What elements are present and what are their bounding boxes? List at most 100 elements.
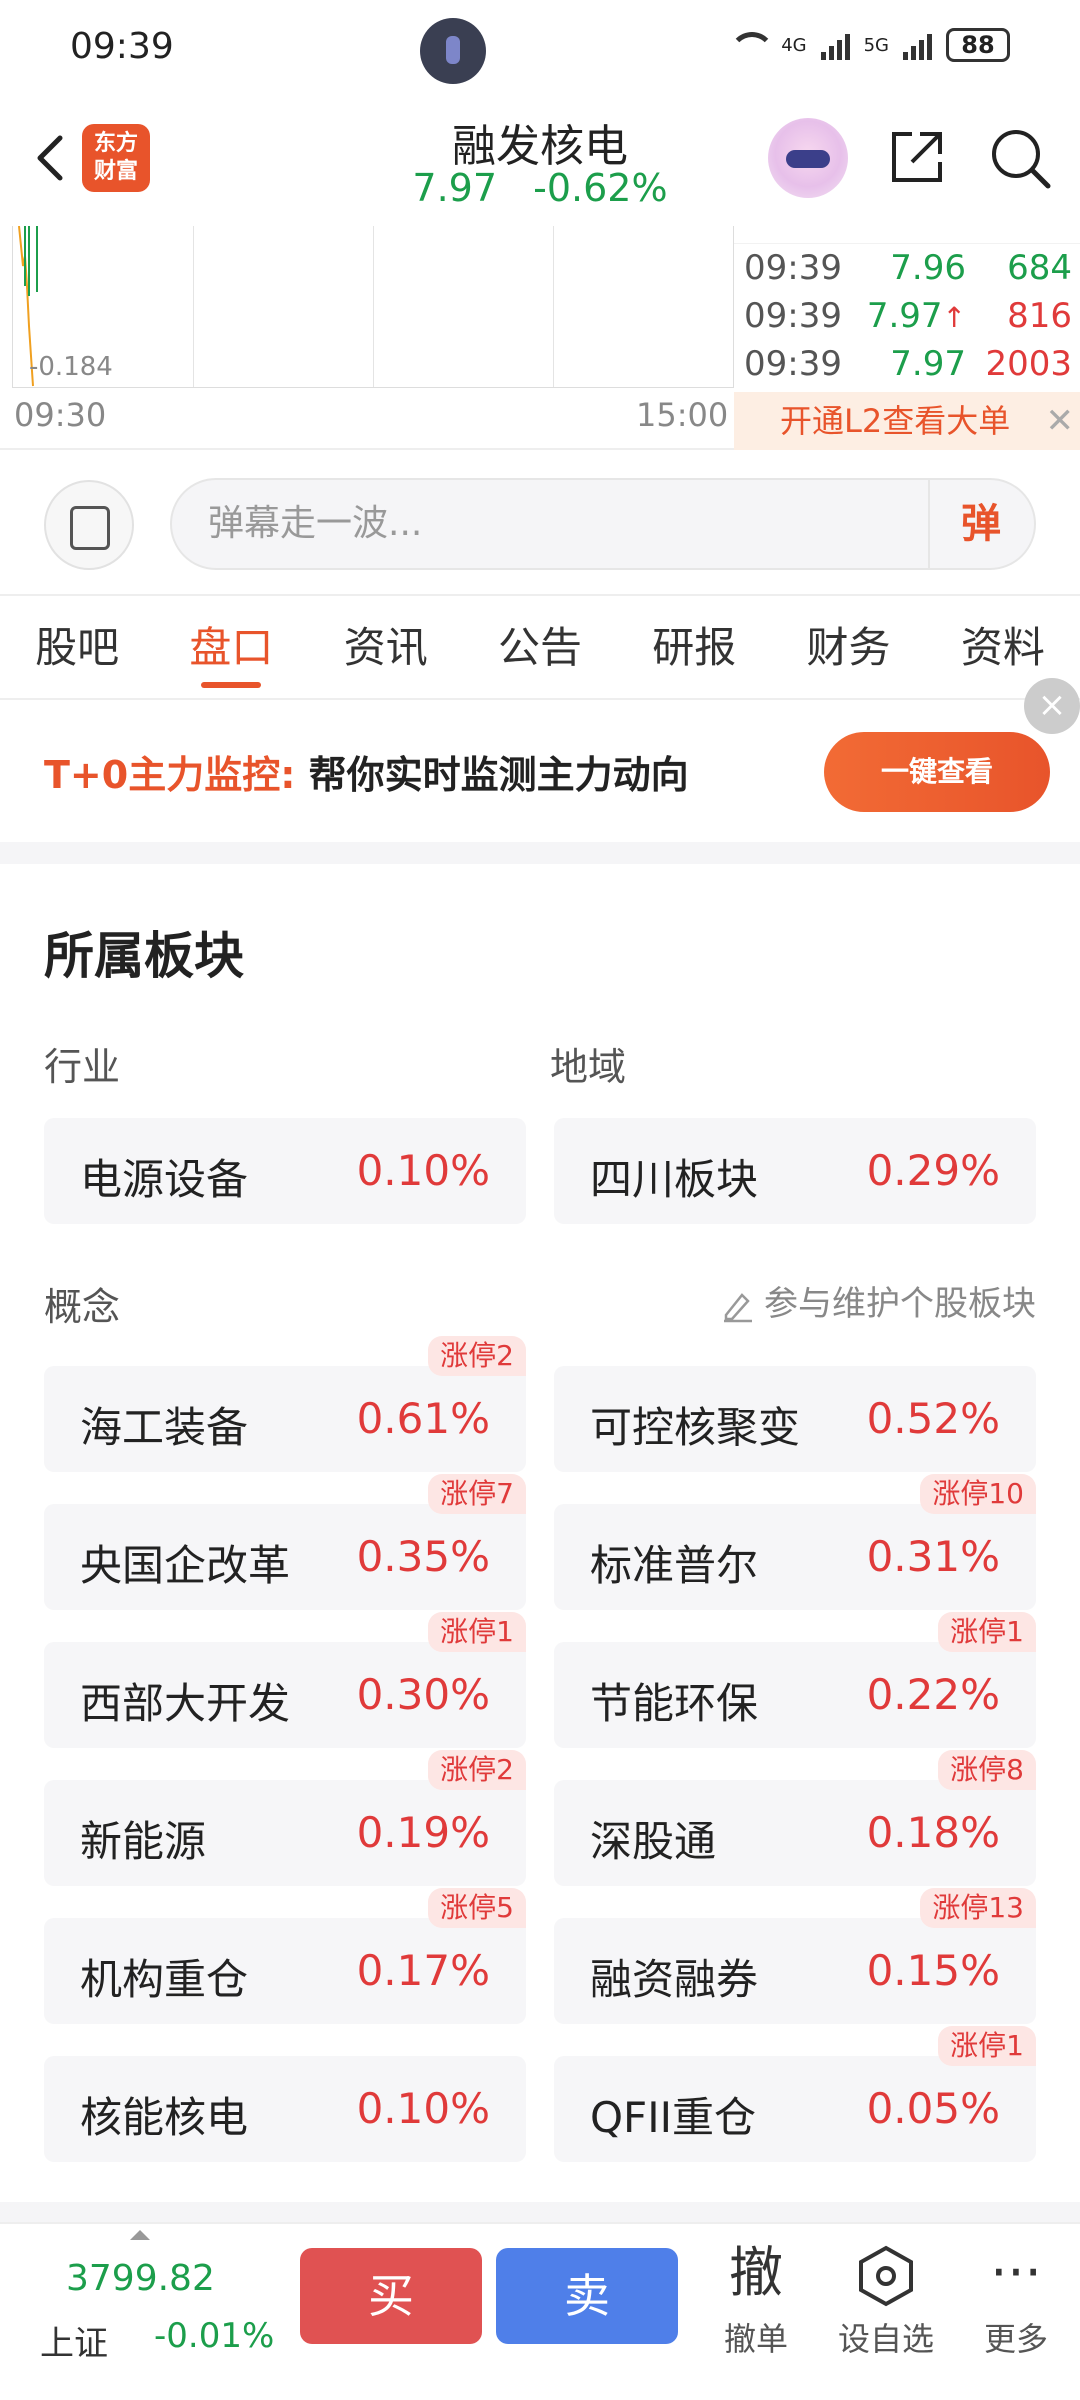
close-icon[interactable]: ×: [1024, 678, 1080, 734]
sector-card-region[interactable]: 四川板块 0.29%: [554, 1118, 1036, 1224]
sector-name: 机构重仓: [80, 1955, 249, 2004]
signal-4g-label: 4G: [781, 34, 807, 56]
sector-change-pct: 0.35%: [356, 1532, 490, 1581]
sector-change-pct: 0.31%: [866, 1532, 1000, 1581]
sector-change-pct: 0.17%: [356, 1946, 490, 1995]
concept-card[interactable]: 涨停13 融资融券 0.15%: [554, 1888, 1036, 2024]
tab-news[interactable]: 资讯: [309, 596, 463, 698]
cancel-order-icon: 撤: [729, 2241, 783, 2304]
concept-label: 概念: [44, 1285, 121, 1329]
status-time: 09:39: [70, 26, 174, 67]
tab-pankou[interactable]: 盘口: [154, 596, 308, 698]
concept-card[interactable]: 涨停1 节能环保 0.22%: [554, 1612, 1036, 1748]
search-icon[interactable]: [988, 126, 1052, 190]
sector-card-industry[interactable]: 电源设备 0.10%: [44, 1118, 526, 1224]
limit-up-badge: 涨停13: [920, 1888, 1036, 1928]
share-icon[interactable]: [886, 126, 948, 188]
danmaku-bar: 弹幕走一波... 弹: [0, 450, 1080, 594]
tick-volume: 684: [1007, 248, 1072, 288]
industry-label: 行业: [44, 1045, 121, 1089]
add-watchlist-button[interactable]: 设自选: [826, 2234, 946, 2360]
tick-price: 7.97↑: [852, 296, 970, 336]
index-change: -0.01%: [154, 2316, 275, 2356]
sector-change-pct: 0.05%: [866, 2084, 1000, 2133]
limit-up-badge: 涨停8: [938, 1750, 1036, 1790]
danmaku-placeholder: 弹幕走一波...: [208, 503, 423, 544]
sector-change-pct: 0.15%: [866, 1946, 1000, 1995]
sector-change-pct: 0.52%: [866, 1394, 1000, 1443]
stock-change-pct: -0.62%: [533, 166, 668, 210]
sector-name: 可控核聚变: [590, 1403, 801, 1452]
tab-research[interactable]: 研报: [617, 596, 771, 698]
sector-change-pct: 0.19%: [356, 1808, 490, 1857]
bottom-toolbar: 3799.82 上证 -0.01% 买 卖 撤 撤单 设自选 ··· 更多: [0, 2222, 1080, 2400]
tick-volume: 816: [1007, 296, 1072, 336]
tab-guba[interactable]: 股吧: [0, 596, 154, 698]
cancel-order-button[interactable]: 撤 撤单: [696, 2234, 816, 2360]
more-label: 更多: [983, 2320, 1048, 2358]
more-button[interactable]: ··· 更多: [956, 2234, 1076, 2360]
promo-highlight: T+0主力监控:: [44, 753, 296, 797]
tick-price: 7.96: [890, 248, 966, 288]
concept-card[interactable]: 涨停1 QFII重仓 0.05%: [554, 2026, 1036, 2162]
danmaku-input[interactable]: 弹幕走一波... 弹: [170, 478, 1036, 570]
maintain-sectors-link[interactable]: 参与维护个股板块: [720, 1276, 1036, 1325]
sector-change-pct: 0.18%: [866, 1808, 1000, 1857]
limit-up-badge: 涨停7: [428, 1474, 526, 1514]
edit-pen-icon: [724, 1292, 752, 1322]
add-watchlist-label: 设自选: [837, 2320, 934, 2358]
sector-change-pct: 0.22%: [866, 1670, 1000, 1719]
sell-button[interactable]: 卖: [496, 2248, 678, 2344]
concept-card[interactable]: 涨停10 标准普尔 0.31%: [554, 1474, 1036, 1610]
region-label: 地域: [550, 1045, 627, 1089]
wifi-icon: [727, 30, 776, 60]
notification-app-icon: [420, 18, 486, 84]
tick-list: 09:39 7.96 684 09:39 7.97↑ 816 09:39 7.9…: [734, 226, 1080, 388]
buy-button[interactable]: 买: [300, 2248, 482, 2344]
sector-name: 西部大开发: [80, 1679, 291, 1728]
ai-assistant-icon[interactable]: [768, 118, 848, 198]
tick-row-clipped: [734, 226, 1080, 244]
sector-name: 新能源: [80, 1817, 207, 1866]
danmaku-settings-icon[interactable]: [44, 480, 134, 570]
concept-card[interactable]: 涨停8 深股通 0.18%: [554, 1750, 1036, 1886]
tick-volume: 2003: [985, 344, 1072, 384]
hexagon-icon: [826, 2234, 946, 2312]
sector-change-pct: 0.10%: [356, 2084, 490, 2133]
concept-card[interactable]: 涨停7 央国企改革 0.35%: [44, 1474, 526, 1610]
tick-time: 09:39: [744, 296, 842, 336]
tick-row: 09:39 7.97↑ 816: [734, 292, 1080, 340]
concept-card[interactable]: 涨停2 海工装备 0.61%: [44, 1336, 526, 1472]
sector-change-pct: 0.30%: [356, 1670, 490, 1719]
chart-gridline: [553, 226, 554, 387]
tab-announcements[interactable]: 公告: [463, 596, 617, 698]
concept-card[interactable]: 涨停2 新能源 0.19%: [44, 1750, 526, 1886]
sector-name: 央国企改革: [80, 1541, 291, 1590]
limit-up-badge: 涨停5: [428, 1888, 526, 1928]
maintain-label: 参与维护个股板块: [764, 1284, 1036, 1324]
l2-banner-text: 开通L2查看大单: [780, 402, 1011, 440]
concept-card[interactable]: 涨停1 西部大开发 0.30%: [44, 1612, 526, 1748]
close-icon[interactable]: ✕: [1046, 392, 1075, 450]
limit-up-badge: 涨停2: [428, 1336, 526, 1376]
tab-finance[interactable]: 财务: [771, 596, 925, 698]
promo-view-button[interactable]: 一键查看: [824, 732, 1050, 812]
tick-row: 09:39 7.96 684: [734, 244, 1080, 292]
concept-card[interactable]: 涨停5 机构重仓 0.17%: [44, 1888, 526, 2024]
concept-card[interactable]: 可控核聚变 0.52%: [554, 1366, 1036, 1472]
section-title: 所属板块: [44, 927, 244, 985]
l2-upgrade-banner[interactable]: 开通L2查看大单 ✕: [734, 392, 1080, 450]
battery-icon: 88: [946, 28, 1010, 62]
status-icons: 4G 5G 88: [727, 28, 1010, 62]
promo-banner[interactable]: T+0主力监控: 帮你实时监测主力动向 一键查看 ×: [0, 678, 1080, 842]
sector-name: 核能核电: [80, 2093, 249, 2142]
sector-change-pct: 0.29%: [866, 1146, 1000, 1195]
cancel-order-label: 撤单: [723, 2320, 788, 2358]
concept-card[interactable]: 核能核电 0.10%: [44, 2056, 526, 2162]
promo-description: 帮你实时监测主力动向: [308, 753, 689, 797]
tick-price-value: 7.97: [866, 296, 943, 336]
up-arrow-icon: ↑: [942, 301, 966, 334]
promo-text: T+0主力监控: 帮你实时监测主力动向: [44, 744, 689, 799]
intraday-chart[interactable]: -0.184 09:30 15:00 09:39 7.96 684 09:39 …: [0, 226, 1080, 450]
danmaku-toggle-button[interactable]: 弹: [928, 480, 1032, 568]
